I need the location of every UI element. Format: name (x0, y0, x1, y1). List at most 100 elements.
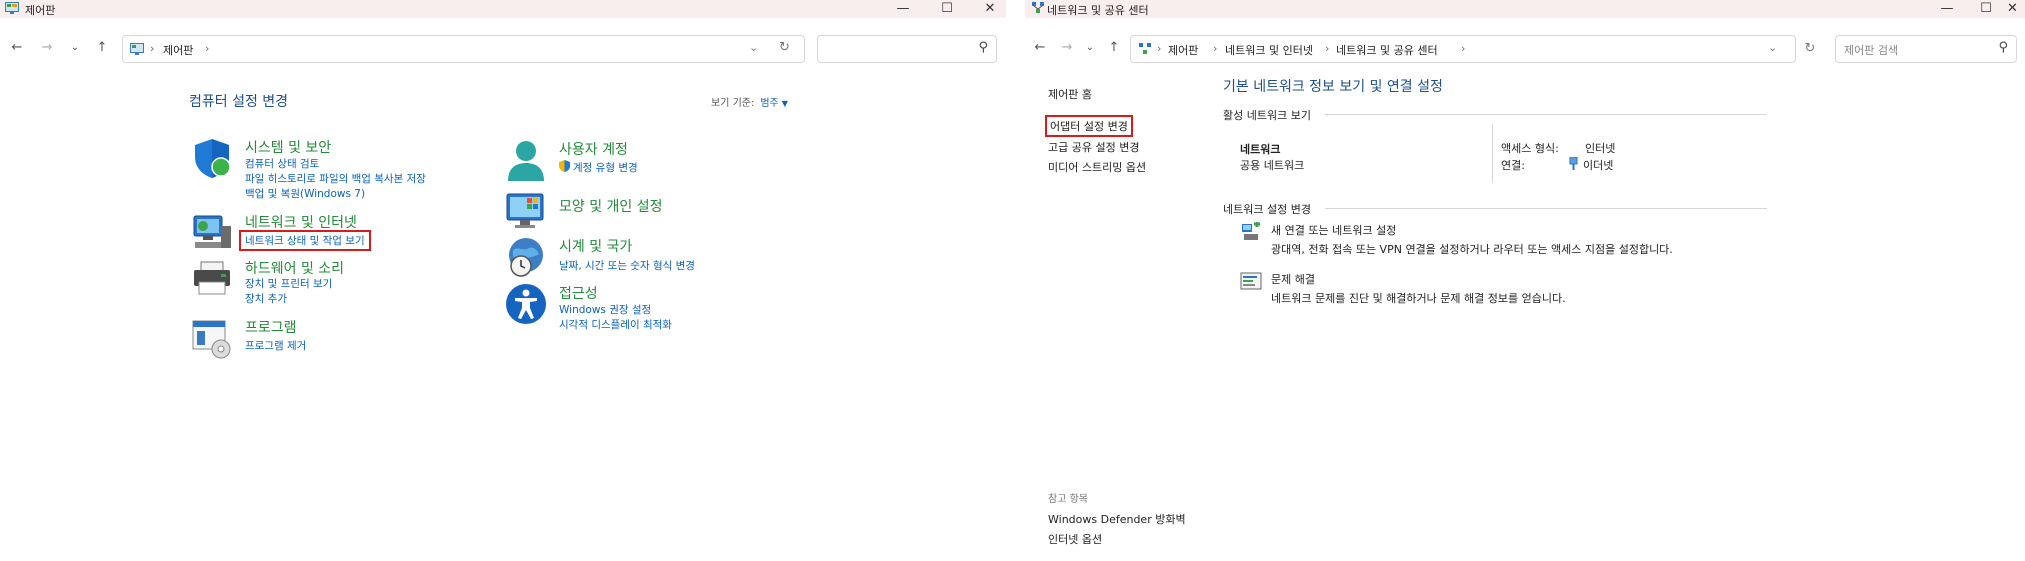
up-arrow-icon[interactable]: ↑ (93, 39, 111, 57)
category-link[interactable]: 장치 추가 (245, 291, 287, 306)
forward-arrow-icon[interactable]: → (1058, 39, 1076, 57)
back-arrow-icon[interactable]: ← (8, 39, 26, 57)
connections-label: 연결: (1501, 159, 1525, 172)
breadcrumb-separator-icon[interactable]: › (1325, 42, 1329, 55)
user-icon (508, 141, 544, 181)
see-also-header: 참고 항목 (1048, 494, 1088, 505)
category-link[interactable]: 장치 및 프린터 보기 (245, 276, 332, 291)
back-arrow-icon[interactable]: ← (1031, 39, 1049, 57)
breadcrumb-item[interactable]: 제어판 (1168, 42, 1198, 58)
breadcrumb-item[interactable]: 네트워크 및 공유 센터 (1336, 42, 1438, 58)
troubleshoot-icon (1240, 272, 1262, 290)
see-also-internet-options-link[interactable]: 인터넷 옵션 (1048, 531, 1102, 547)
search-icon[interactable]: ⚲ (1998, 40, 2008, 55)
control-panel-icon (5, 2, 19, 14)
ethernet-icon (1569, 157, 1578, 170)
view-by: 보기 기준: 범주 ▼ (711, 94, 788, 109)
ethernet-connection-link[interactable]: 이더넷 (1583, 157, 1613, 173)
task-new-connection-desc: 광대역, 전화 접속 또는 VPN 연결을 설정하거나 라우터 또는 액세스 지… (1271, 243, 1673, 256)
uac-shield-icon (559, 160, 570, 172)
divider (1325, 114, 1767, 115)
breadcrumb-separator-icon[interactable]: › (1461, 42, 1465, 55)
breadcrumb-separator-icon: › (1157, 42, 1162, 55)
category-title[interactable]: 사용자 계정 (559, 139, 628, 159)
breadcrumb-separator-icon[interactable]: › (205, 42, 209, 55)
view-by-dropdown[interactable]: 범주 (760, 98, 778, 109)
search-box[interactable]: 제어판 검색 ⚲ (1835, 35, 2017, 63)
refresh-icon[interactable]: ↻ (1801, 40, 1819, 58)
address-dropdown-icon[interactable]: ⌄ (1768, 41, 1782, 54)
category-title[interactable]: 시스템 및 보안 (245, 137, 331, 157)
breadcrumb-item[interactable]: 네트워크 및 인터넷 (1225, 42, 1313, 58)
category-title[interactable]: 접근성 (559, 283, 598, 303)
maximize-button[interactable]: ☐ (927, 0, 967, 18)
close-button[interactable]: ✕ (970, 0, 1006, 18)
access-type-value: 인터넷 (1585, 142, 1616, 155)
category-link[interactable]: 계정 유형 변경 (573, 160, 638, 175)
title-bar[interactable]: 네트워크 및 공유 센터 — ☐ ✕ (1025, 0, 2025, 18)
network-type: 공용 네트워크 (1240, 159, 1305, 172)
nav-change-adapter-settings[interactable]: 어댑터 설정 변경 (1045, 115, 1133, 137)
refresh-icon[interactable]: ↻ (779, 40, 795, 55)
category-link[interactable]: 파일 히스토리로 파일의 백업 복사본 저장 (245, 171, 426, 186)
category-title[interactable]: 시계 및 국가 (559, 236, 632, 256)
view-by-label: 보기 기준: (711, 98, 755, 109)
control-panel-window: 제어판 — ☐ ✕ ← → ⌄ ↑ › 제어판 › ⌄ ↻ ⚲ 컴퓨터 설정 변… (0, 0, 1006, 561)
network-status-link[interactable]: 네트워크 상태 및 작업 보기 (239, 230, 371, 251)
category-title[interactable]: 모양 및 개인 설정 (559, 196, 663, 216)
shield-icon (195, 139, 231, 178)
recent-locations-chevron-icon[interactable]: ⌄ (66, 39, 84, 57)
window-title: 네트워크 및 공유 센터 (1047, 4, 1149, 17)
category-link[interactable]: 날짜, 시간 또는 숫자 형식 변경 (559, 258, 695, 273)
navigation-bar: ← → ⌄ ↑ › 제어판 › 네트워크 및 인터넷 › 네트워크 및 공유 센… (1025, 31, 2025, 65)
nav-control-panel-home[interactable]: 제어판 홈 (1048, 86, 1092, 102)
address-bar[interactable]: › 제어판 › 네트워크 및 인터넷 › 네트워크 및 공유 센터 › ⌄ (1130, 35, 1796, 63)
address-dropdown-icon[interactable]: ⌄ (749, 41, 763, 54)
category-link[interactable]: 프로그램 제거 (245, 338, 306, 353)
nav-media-streaming-options[interactable]: 미디어 스트리밍 옵션 (1048, 159, 1146, 175)
change-settings-header: 네트워크 설정 변경 (1223, 203, 1311, 216)
up-arrow-icon[interactable]: ↑ (1105, 39, 1123, 57)
accessibility-icon (506, 284, 546, 324)
chevron-down-icon[interactable]: ▼ (782, 99, 788, 108)
category-title[interactable]: 하드웨어 및 소리 (245, 258, 344, 278)
category-title[interactable]: 프로그램 (245, 317, 297, 337)
recent-locations-chevron-icon[interactable]: ⌄ (1081, 39, 1099, 57)
minimize-button[interactable]: — (883, 0, 923, 18)
network-sharing-icon (1032, 2, 1044, 13)
minimize-button[interactable]: — (1927, 0, 1967, 18)
see-also-firewall-link[interactable]: Windows Defender 방화벽 (1048, 511, 1186, 527)
breadcrumb-separator-icon: › (150, 42, 155, 55)
address-bar[interactable]: › 제어판 › ⌄ ↻ (122, 35, 805, 63)
divider (1492, 124, 1493, 183)
window-title: 제어판 (25, 4, 56, 17)
programs-icon (192, 320, 231, 359)
search-box[interactable]: ⚲ (817, 35, 997, 63)
category-link[interactable]: 컴퓨터 상태 검토 (245, 156, 319, 171)
network-sharing-center-window: 네트워크 및 공유 센터 — ☐ ✕ ← → ⌄ ↑ › 제어판 › 네트워크 … (1025, 0, 2025, 561)
category-link[interactable]: Windows 권장 설정 (559, 302, 651, 317)
active-networks-header: 활성 네트워크 보기 (1223, 109, 1311, 122)
task-troubleshoot-desc: 네트워크 문제를 진단 및 해결하거나 문제 해결 정보를 얻습니다. (1271, 292, 1566, 305)
printer-icon (194, 261, 230, 295)
breadcrumb-separator-icon[interactable]: › (1213, 42, 1217, 55)
task-new-connection-link[interactable]: 새 연결 또는 네트워크 설정 (1271, 222, 1396, 238)
close-button[interactable]: ✕ (2000, 0, 2025, 18)
network-icon (193, 215, 231, 248)
nav-advanced-sharing-settings[interactable]: 고급 공유 설정 변경 (1048, 139, 1139, 155)
personalization-icon (506, 193, 544, 228)
page-title: 기본 네트워크 정보 보기 및 연결 설정 (1223, 79, 1443, 95)
new-connection-icon (1242, 222, 1260, 240)
navigation-bar: ← → ⌄ ↑ › 제어판 › ⌄ ↻ ⚲ (0, 31, 1006, 65)
network-name: 네트워크 (1240, 143, 1281, 156)
clock-globe-icon (509, 238, 543, 277)
title-bar[interactable]: 제어판 — ☐ ✕ (0, 0, 1006, 18)
task-troubleshoot-link[interactable]: 문제 해결 (1271, 271, 1315, 287)
access-type-label: 액세스 형식: (1501, 142, 1559, 155)
breadcrumb-item[interactable]: 제어판 (163, 42, 193, 58)
search-icon[interactable]: ⚲ (978, 40, 988, 55)
forward-arrow-icon[interactable]: → (38, 39, 56, 57)
category-link[interactable]: 시각적 디스플레이 최적화 (559, 317, 672, 332)
category-title[interactable]: 네트워크 및 인터넷 (245, 212, 357, 232)
category-link[interactable]: 백업 및 복원(Windows 7) (245, 186, 365, 201)
